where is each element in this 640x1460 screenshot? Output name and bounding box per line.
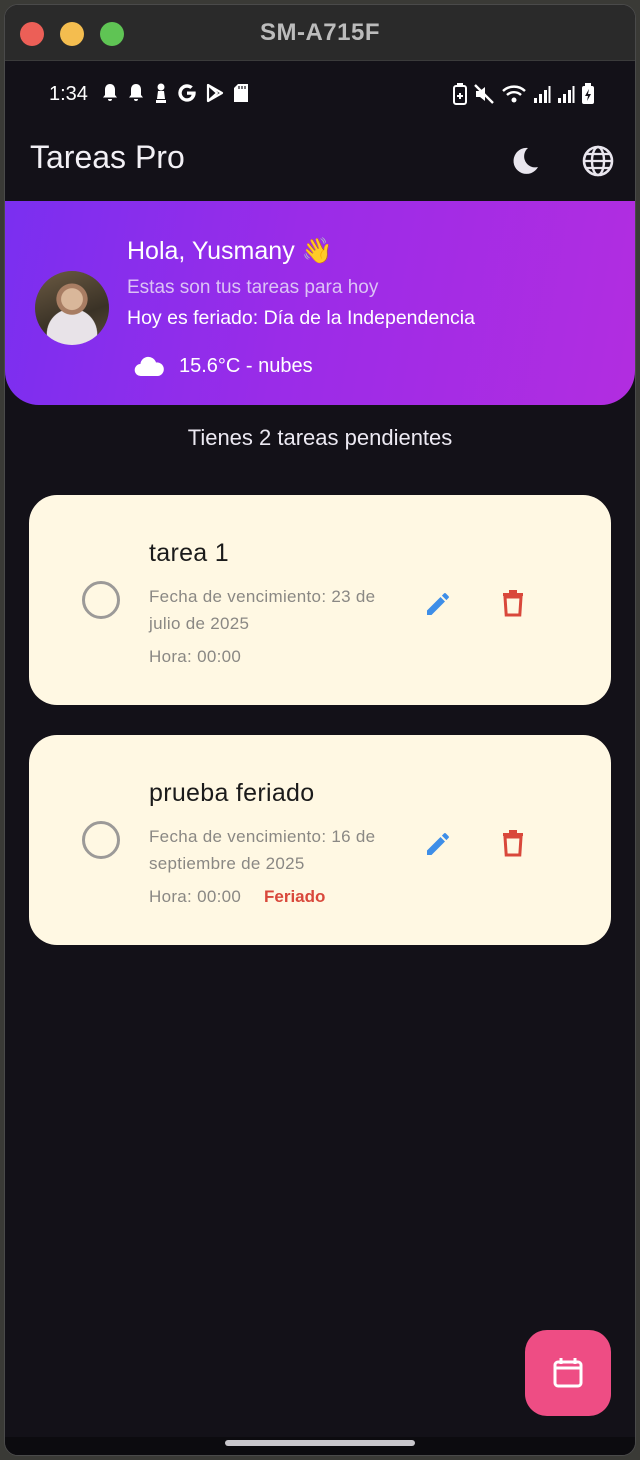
greeting-header: Hola, Yusmany 👋 Estas son tus tareas par… [5, 201, 635, 405]
status-bar: 1:34 [5, 61, 635, 123]
weather-text: 15.6°C - nubes [179, 355, 313, 377]
holiday-notice: Hoy es feriado: Día de la Independencia [127, 307, 475, 329]
battery-icon [582, 83, 594, 104]
window-titlebar: SM-A715F [5, 5, 635, 61]
holiday-tag: Feriado [264, 887, 326, 906]
avatar [35, 271, 109, 345]
task-card[interactable]: prueba feriado Fecha de vencimiento: 16 … [29, 735, 611, 945]
task-complete-checkbox[interactable] [82, 581, 120, 619]
pencil-icon [427, 593, 449, 615]
edit-task-button[interactable] [419, 583, 459, 623]
bell-icon [129, 84, 143, 101]
task-hour: Hora: 00:00 [149, 887, 242, 906]
calendar-icon [553, 1358, 583, 1388]
google-g-icon [178, 84, 196, 102]
sd-card-icon [234, 84, 248, 102]
wifi-icon [502, 85, 526, 103]
task-card[interactable]: tarea 1 Fecha de vencimiento: 23 de juli… [29, 495, 611, 705]
cloud-icon [134, 356, 164, 376]
language-button[interactable] [578, 141, 618, 181]
trash-icon [503, 830, 523, 857]
delete-task-button[interactable] [493, 583, 533, 623]
theme-toggle-button[interactable] [505, 141, 545, 181]
task-title: tarea 1 [149, 539, 229, 567]
trash-icon [503, 590, 523, 617]
calendar-fab-button[interactable] [525, 1330, 611, 1416]
status-notification-icons [101, 83, 249, 103]
battery-saver-icon [453, 83, 467, 105]
task-hour: Hora: 00:00 [149, 647, 242, 666]
globe-icon [582, 145, 614, 177]
delete-task-button[interactable] [493, 823, 533, 863]
task-due-date: Fecha de vencimiento: 23 de julio de 202… [149, 587, 376, 633]
signal-icon [558, 86, 575, 103]
home-gesture-handle[interactable] [225, 1440, 415, 1446]
emulator-window: SM-A715F 1:34 Tareas Pro Hola, Yusmany 👋… [4, 4, 636, 1456]
weather-info: 15.6°C - nubes [133, 355, 313, 378]
app-bar: Tareas Pro [5, 123, 635, 199]
task-due-date: Fecha de vencimiento: 16 de septiembre d… [149, 827, 376, 873]
mute-icon [474, 84, 494, 104]
task-title: prueba feriado [149, 779, 315, 807]
status-system-icons [453, 83, 595, 105]
play-store-icon [206, 83, 224, 103]
chess-pawn-icon [156, 83, 166, 103]
status-time: 1:34 [49, 83, 88, 105]
bell-icon [103, 84, 117, 101]
gesture-bar [5, 1437, 635, 1455]
edit-task-button[interactable] [419, 823, 459, 863]
greeting-text: Hola, Yusmany 👋 [127, 237, 333, 265]
app-title: Tareas Pro [30, 139, 185, 175]
window-title: SM-A715F [259, 19, 381, 46]
task-complete-checkbox[interactable] [82, 821, 120, 859]
moon-icon [513, 147, 538, 174]
pending-count: Tienes 2 tareas pendientes [187, 425, 453, 450]
greeting-subtitle: Estas son tus tareas para hoy [127, 277, 379, 298]
pencil-icon [427, 833, 449, 855]
signal-icon [534, 86, 551, 103]
